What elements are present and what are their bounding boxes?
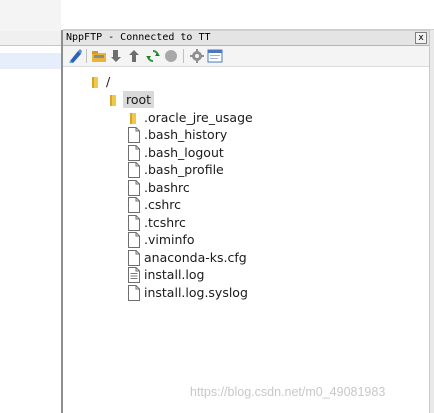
tree-node-label: install.log: [144, 267, 205, 282]
toolbar-separator: [86, 49, 87, 63]
ftp-toolbar: [63, 46, 429, 67]
text-file-icon: [127, 267, 141, 283]
open-directory-icon[interactable]: [91, 48, 107, 64]
file-icon: [127, 197, 141, 213]
download-icon[interactable]: [109, 48, 125, 64]
file-icon: [127, 162, 141, 178]
file-icon: [127, 250, 141, 266]
folder-icon: [107, 92, 121, 108]
remote-file-tree: / root .oracle_jre_usage .bash_history .…: [63, 67, 429, 413]
messages-window-icon[interactable]: [207, 48, 223, 64]
tree-node-label: .tcshrc: [144, 215, 186, 230]
editor-tab-strip[interactable]: [0, 31, 61, 46]
tree-node-label: .oracle_jre_usage: [144, 110, 253, 125]
right-scroll-edge: [429, 30, 434, 413]
tree-node-label: .bash_history: [144, 127, 228, 142]
close-panel-button[interactable]: x: [415, 32, 427, 44]
tree-node-label: .bashrc: [144, 180, 190, 195]
file-icon: [127, 180, 141, 196]
upload-icon[interactable]: [127, 48, 143, 64]
tree-node-label: anaconda-ks.cfg: [144, 250, 247, 265]
connect-icon[interactable]: [67, 48, 83, 64]
panel-title-bar: NppFTP - Connected to TT x: [63, 30, 429, 46]
tree-node-label: .bash_profile: [144, 162, 224, 177]
file-icon: [127, 232, 141, 248]
top-strip: [63, 0, 434, 30]
tree-node-label: root: [123, 91, 155, 108]
folder-icon: [89, 74, 103, 90]
toolbar-separator: [183, 49, 184, 63]
watermark: https://blog.csdn.net/m0_49081983: [190, 385, 386, 399]
tree-node-label: .bash_logout: [144, 145, 224, 160]
refresh-icon[interactable]: [145, 48, 161, 64]
tree-node-label: /: [106, 74, 111, 89]
file-icon: [127, 145, 141, 161]
editor-area: [0, 0, 61, 413]
settings-icon[interactable]: [189, 48, 205, 64]
tree-node-label: .viminfo: [144, 232, 195, 247]
editor-menu-area: [0, 0, 61, 32]
abort-icon[interactable]: [163, 48, 179, 64]
tree-node-label: .cshrc: [144, 197, 182, 212]
file-icon: [127, 127, 141, 143]
tree-node-label: install.log.syslog: [144, 285, 248, 300]
editor-current-line: [0, 53, 61, 69]
nppftp-panel: NppFTP - Connected to TT x / root .oracl…: [63, 30, 429, 413]
file-icon: [127, 285, 141, 301]
panel-title: NppFTP - Connected to TT: [66, 32, 211, 43]
folder-icon: [127, 110, 141, 126]
file-icon: [127, 215, 141, 231]
